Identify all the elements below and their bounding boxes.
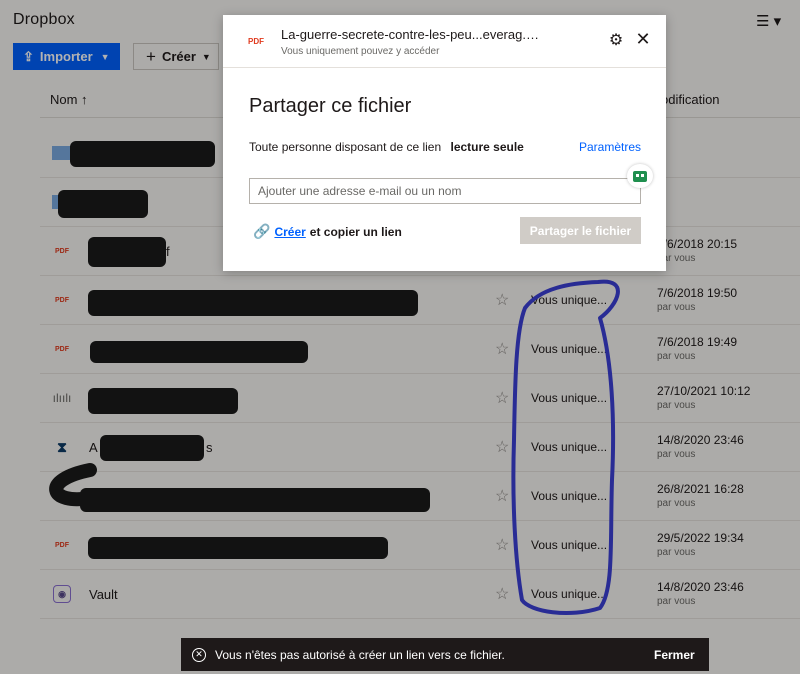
link-icon: 🔗 bbox=[253, 223, 271, 239]
share-file-button[interactable]: Partager le fichier bbox=[520, 217, 641, 244]
email-field[interactable] bbox=[249, 178, 641, 204]
toast-message: Vous n'êtes pas autorisé à créer un lien… bbox=[215, 647, 505, 662]
permission-text: Toute personne disposant de ce lien bbox=[249, 140, 442, 154]
settings-link[interactable]: Paramètres bbox=[579, 140, 641, 154]
dialog-header: PDF La-guerre-secrete-contre-les-peu...e… bbox=[223, 15, 666, 68]
dialog-file-name: La-guerre-secrete-contre-les-peu...evera… bbox=[281, 27, 539, 42]
toast-close-button[interactable]: Fermer bbox=[654, 648, 695, 662]
share-dialog: PDF La-guerre-secrete-contre-les-peu...e… bbox=[223, 15, 666, 271]
close-circle-icon[interactable]: ✕ bbox=[192, 647, 206, 662]
create-link-rest: et copier un lien bbox=[309, 224, 402, 239]
gear-icon[interactable]: ⚙ bbox=[607, 31, 625, 49]
dialog-title: Partager ce fichier bbox=[249, 95, 412, 117]
create-link-button[interactable]: Créer bbox=[274, 225, 305, 239]
pdf-icon: PDF bbox=[248, 37, 264, 46]
close-icon[interactable]: ✕ bbox=[634, 29, 652, 49]
create-link-row: 🔗 Créer et copier un lien bbox=[253, 223, 402, 240]
link-permission: Toute personne disposant de ce lien lect… bbox=[249, 140, 524, 154]
dialog-access-subtitle: Vous uniquement pouvez y accéder bbox=[281, 46, 440, 57]
permission-level: lecture seule bbox=[450, 140, 524, 154]
assistant-icon[interactable] bbox=[627, 164, 653, 188]
error-toast: ✕ Vous n'êtes pas autorisé à créer un li… bbox=[181, 638, 709, 671]
